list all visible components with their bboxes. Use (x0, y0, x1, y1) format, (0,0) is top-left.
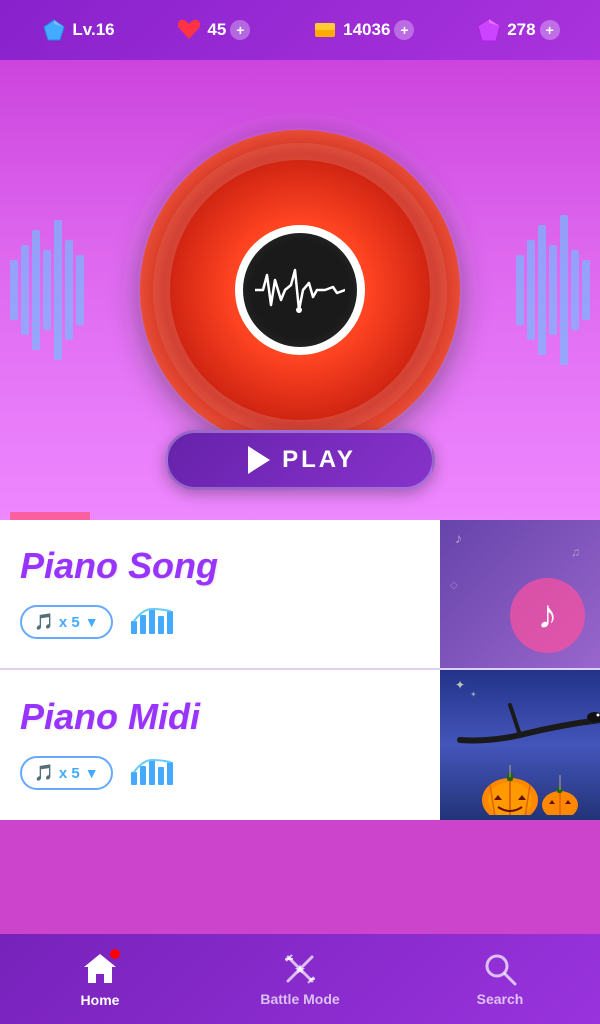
ticket-count-2: x 5 (59, 765, 80, 782)
coins-count: 14036 (343, 20, 390, 40)
cards-section: Piano Song 🎵 x 5 ▼ (0, 520, 600, 820)
star-deco: ✦ (455, 678, 465, 692)
gems-count: 278 (507, 20, 535, 40)
ticket-count-1: x 5 (59, 614, 80, 631)
piano-midi-image: ✦ ✦ (440, 670, 600, 820)
piano-song-ticket-btn[interactable]: 🎵 x 5 ▼ (20, 605, 113, 639)
chart-icon-1[interactable] (129, 601, 179, 644)
search-label: Search (477, 991, 524, 1007)
chevron-down-icon-2: ▼ (85, 765, 99, 781)
gems-stat: 278 + (475, 16, 559, 44)
eq-bars-right (516, 60, 590, 520)
piano-song-card[interactable]: Piano Song 🎵 x 5 ▼ (0, 520, 600, 670)
waveform-icon (255, 265, 345, 315)
top-bar: Lv.16 45 + 14036 + 278 + (0, 0, 600, 60)
piano-midi-ticket-btn[interactable]: 🎵 x 5 ▼ (20, 756, 113, 790)
note-deco-3: ◇ (450, 580, 458, 591)
note-deco-2: ♫ (571, 545, 580, 559)
music-ticket-icon: 🎵 (34, 612, 54, 632)
search-icon (482, 951, 518, 987)
hearts-count: 45 (207, 20, 226, 40)
vinyl-center (235, 225, 365, 355)
pink-circle: ♪ (510, 578, 585, 653)
play-button[interactable]: PLAY (165, 430, 435, 490)
play-triangle-icon (248, 446, 270, 474)
diamond-icon (40, 16, 68, 44)
hero-section: PLAY (0, 60, 600, 520)
level-stat: Lv.16 (40, 16, 114, 44)
coin-icon (311, 16, 339, 44)
note-deco-1: ♪ (455, 530, 462, 546)
coins-plus[interactable]: + (394, 20, 414, 40)
chevron-down-icon: ▼ (85, 614, 99, 630)
piano-song-controls: 🎵 x 5 ▼ (20, 601, 420, 644)
vinyl-record[interactable] (140, 130, 460, 450)
nav-home[interactable]: Home (0, 934, 200, 1024)
coins-stat: 14036 + (311, 16, 414, 44)
home-label: Home (81, 992, 120, 1008)
hearts-plus[interactable]: + (230, 20, 250, 40)
gem-icon (475, 16, 503, 44)
notification-dot (110, 949, 120, 959)
music-ticket-icon-2: 🎵 (34, 763, 54, 783)
battle-label: Battle Mode (260, 991, 339, 1007)
play-label: PLAY (282, 446, 356, 474)
piano-song-content: Piano Song 🎵 x 5 ▼ (0, 520, 440, 668)
piano-midi-card[interactable]: Piano Midi 🎵 x 5 ▼ (0, 670, 600, 820)
piano-midi-controls: 🎵 x 5 ▼ (20, 752, 420, 795)
heart-icon (175, 16, 203, 44)
battle-icon (282, 951, 318, 987)
star-deco-2: ✦ (470, 690, 477, 699)
piano-song-image: ♪ ♫ ◇ ♪ (440, 520, 600, 668)
chart-icon-2[interactable] (129, 752, 179, 795)
nav-search[interactable]: Search (400, 934, 600, 1024)
piano-song-title: Piano Song (20, 545, 420, 587)
piano-midi-content: Piano Midi 🎵 x 5 ▼ (0, 670, 440, 820)
level-text: Lv.16 (72, 20, 114, 40)
pumpkins-svg (470, 735, 590, 815)
music-note-large: ♪ (538, 593, 558, 638)
bottom-nav: Home Battle Mode Search (0, 934, 600, 1024)
nav-battle[interactable]: Battle Mode (200, 934, 400, 1024)
hearts-stat: 45 + (175, 16, 250, 44)
eq-bars-left (10, 60, 84, 520)
piano-midi-title: Piano Midi (20, 696, 420, 738)
gems-plus[interactable]: + (540, 20, 560, 40)
